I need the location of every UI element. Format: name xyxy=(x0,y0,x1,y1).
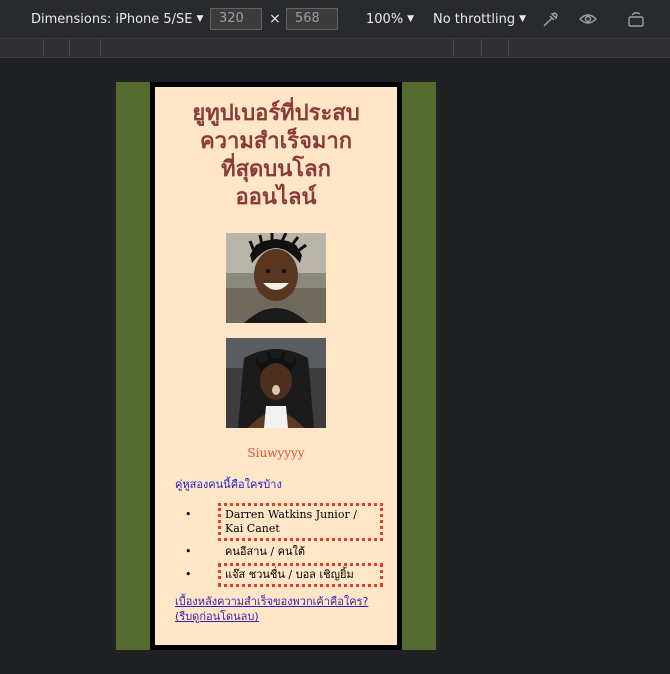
zoom-select[interactable]: 100% ▼ xyxy=(366,0,414,38)
throttling-label: No throttling xyxy=(433,11,516,27)
device-toolbar: Dimensions: iPhone 5/SE ▼ 320 × 568 100%… xyxy=(0,0,670,39)
eyedropper-icon[interactable] xyxy=(540,10,560,28)
rotate-icon[interactable] xyxy=(626,10,646,28)
list-item: • Darren Watkins Junior / Kai Canet xyxy=(185,503,385,541)
throttling-select[interactable]: No throttling ▼ xyxy=(433,0,526,38)
eye-icon[interactable] xyxy=(578,10,598,28)
content-frame: ยูทูปเบอร์ที่ประสบ ความสำเร็จมาก ที่สุดบ… xyxy=(150,82,402,650)
ruler-segment[interactable] xyxy=(43,39,44,57)
title-line: ออนไลน์ xyxy=(235,185,317,210)
times-sign: × xyxy=(269,11,281,27)
ruler-segment[interactable] xyxy=(100,39,101,57)
photo-caption: Siuwyyyy xyxy=(247,446,305,460)
list-item-text: Darren Watkins Junior / Kai Canet xyxy=(218,503,383,541)
ruler-segment[interactable] xyxy=(508,39,509,57)
question-link[interactable]: คู่หูสองคนนี้คือใครบ้าง xyxy=(175,475,282,493)
chevron-down-icon: ▼ xyxy=(196,14,204,24)
title-line: ที่สุดบนโลก xyxy=(221,157,331,182)
media-query-bar[interactable] xyxy=(0,39,670,58)
page-title: ยูทูปเบอร์ที่ประสบ ความสำเร็จมาก ที่สุดบ… xyxy=(155,100,397,212)
height-input[interactable]: 568 xyxy=(286,8,338,30)
width-input[interactable]: 320 xyxy=(210,8,262,30)
chevron-down-icon: ▼ xyxy=(407,14,415,24)
chevron-down-icon: ▼ xyxy=(519,14,526,24)
ruler-segment[interactable] xyxy=(481,39,482,57)
device-label: Dimensions: iPhone 5/SE xyxy=(31,11,193,27)
list-item-text: คนอีสาน / คนใต้ xyxy=(225,545,305,558)
zoom-label: 100% xyxy=(366,11,404,27)
emulated-viewport: ยูทูปเบอร์ที่ประสบ ความสำเร็จมาก ที่สุดบ… xyxy=(116,82,436,650)
title-line: ยูทูปเบอร์ที่ประสบ xyxy=(192,101,360,126)
ruler-segment[interactable] xyxy=(453,39,454,57)
bullet: • xyxy=(185,508,192,521)
bullet: • xyxy=(185,545,192,558)
backstory-link[interactable]: เบื้องหลังความสำเร็จของพวกเค้าคือใคร? (ร… xyxy=(175,594,385,624)
youtuber-photo-1 xyxy=(226,233,326,323)
list-item-text: แจ๊ส ชวนชื่น / บอล เชิญยิ้ม xyxy=(218,563,383,587)
youtuber-photo-2 xyxy=(226,338,326,428)
ruler-segment[interactable] xyxy=(69,39,70,57)
title-line: ความสำเร็จมาก xyxy=(199,129,353,154)
list-item: • แจ๊ส ชวนชื่น / บอล เชิญยิ้ม xyxy=(185,563,385,587)
device-select[interactable]: Dimensions: iPhone 5/SE ▼ xyxy=(31,0,203,38)
duo-list: • Darren Watkins Junior / Kai Canet • คน… xyxy=(185,503,385,587)
list-item: • คนอีสาน / คนใต้ xyxy=(185,543,385,561)
bullet: • xyxy=(185,568,192,581)
